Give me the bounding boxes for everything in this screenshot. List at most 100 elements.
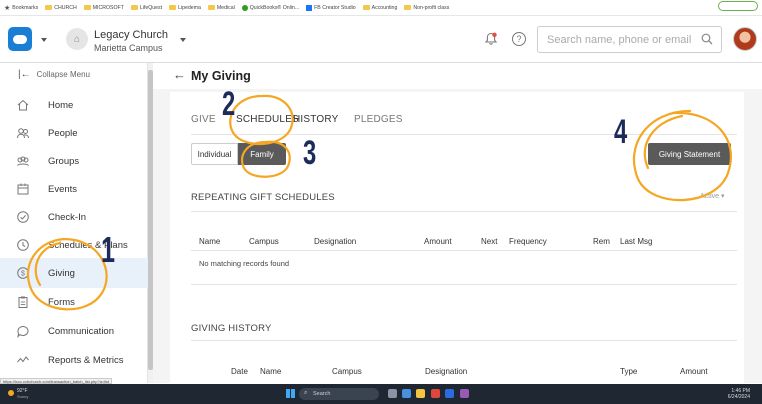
column-header-last-msg[interactable]: Last Msg [620, 237, 652, 246]
annotation-number-1: 1 [101, 229, 116, 270]
app-icon[interactable] [460, 389, 469, 398]
chart-icon [17, 356, 29, 363]
sidebar-item-giving[interactable]: $ Giving [0, 258, 148, 288]
windows-start-icon[interactable] [286, 389, 295, 398]
history-column-name[interactable]: Name [260, 367, 281, 376]
app-logo[interactable] [8, 27, 32, 51]
column-header-designation[interactable]: Designation [314, 237, 356, 246]
bookmark-lipedema[interactable]: Lipedema [169, 5, 201, 11]
dollar-icon: $ [17, 267, 29, 279]
section-divider [191, 211, 737, 212]
annotation-number-2: 2 [222, 85, 236, 123]
sidebar-item-people[interactable]: People [0, 118, 148, 148]
search-box [537, 26, 722, 53]
history-column-designation[interactable]: Designation [425, 367, 467, 376]
bookmark-church[interactable]: CHURCH [45, 5, 77, 11]
tab-schedules[interactable]: SCHEDULES [236, 114, 299, 125]
folder-icon [83, 5, 91, 10]
church-icon[interactable]: ⌂ [66, 28, 88, 50]
app-switcher-chevron-down-icon[interactable] [41, 38, 47, 42]
folder-icon [130, 5, 138, 10]
folder-icon [169, 5, 177, 10]
clipboard-icon [18, 296, 28, 308]
tab-history[interactable]: HISTORY [293, 114, 339, 125]
collapse-menu-button[interactable]: |← Collapse Menu [18, 69, 90, 80]
browser-profile-pill[interactable] [718, 1, 758, 11]
empty-table-message: No matching records found [199, 259, 290, 268]
folder-icon [207, 5, 215, 10]
system-tray-clock[interactable]: 1:46 PM 6/24/2024 [728, 388, 750, 400]
history-column-date[interactable]: Date [231, 367, 248, 376]
user-avatar[interactable] [733, 27, 757, 51]
column-header-campus[interactable]: Campus [249, 237, 279, 246]
sidebar-item-reports-metrics[interactable]: Reports & Metrics [0, 345, 148, 375]
church-name[interactable]: Legacy Church [94, 29, 168, 41]
sidebar-item-groups[interactable]: Groups [0, 146, 148, 176]
bookmark-nonprofit[interactable]: Non-profit class [404, 5, 449, 11]
file-explorer-icon[interactable] [416, 389, 425, 398]
weather-widget[interactable]: 92°F Sunny [8, 388, 28, 400]
chevron-down-icon: ▾ [721, 193, 725, 200]
bookmark-lifequest[interactable]: LifeQuest [130, 5, 162, 11]
column-header-name[interactable]: Name [199, 237, 220, 246]
notification-bell-icon[interactable] [484, 32, 498, 46]
bookmark-medical[interactable]: Medical [207, 5, 235, 11]
search-input[interactable] [538, 27, 698, 52]
sidebar-item-events[interactable]: Events [0, 174, 148, 204]
campus-chevron-down-icon[interactable] [180, 38, 186, 42]
history-column-amount[interactable]: Amount [680, 367, 708, 376]
check-circle-icon [17, 211, 29, 223]
app-header: ⌂ Legacy Church Marietta Campus ? [0, 16, 762, 63]
status-filter-select[interactable]: Active ▾ [700, 192, 725, 200]
campus-name[interactable]: Marietta Campus [94, 43, 163, 53]
bookmark-fb-creator[interactable]: FB Creator Studio [306, 4, 356, 11]
windows-taskbar: 92°F Sunny ⌕ Search 1:46 PM 6/24/2024 [0, 384, 762, 404]
individual-toggle-button[interactable]: Individual [191, 143, 238, 165]
teams-icon[interactable] [445, 389, 454, 398]
logo-cloud-icon [13, 34, 27, 44]
section-divider [191, 340, 737, 341]
table-header-divider [191, 250, 737, 251]
history-column-type[interactable]: Type [620, 367, 637, 376]
column-header-frequency[interactable]: Frequency [509, 237, 547, 246]
search-icon: ⌕ [304, 390, 308, 396]
sidebar-item-check-in[interactable]: Check-In [0, 202, 148, 232]
taskbar-search[interactable]: ⌕ Search [299, 388, 379, 400]
family-toggle-button[interactable]: Family [238, 143, 286, 165]
column-header-next[interactable]: Next [481, 237, 497, 246]
column-header-rem[interactable]: Rem [593, 237, 610, 246]
tab-divider [191, 134, 737, 135]
quickbooks-icon [241, 4, 248, 11]
search-icon[interactable] [701, 33, 713, 45]
sidebar-item-forms[interactable]: Forms [0, 287, 148, 317]
tab-pledges[interactable]: PLEDGES [354, 114, 403, 125]
bookmark-quickbooks[interactable]: QuickBooks® Onlin... [241, 4, 299, 11]
groups-icon [17, 156, 29, 166]
tab-give[interactable]: GIVE [191, 114, 216, 125]
bookmarks-bar: ★ Bookmarks CHURCH MICROSOFT LifeQuest Li… [0, 0, 762, 16]
giving-history-title: GIVING HISTORY [191, 323, 272, 334]
page-title: My Giving [191, 69, 251, 83]
back-arrow-icon[interactable]: ← [173, 67, 186, 82]
sidebar-item-home[interactable]: Home [0, 90, 148, 120]
column-header-amount[interactable]: Amount [424, 237, 452, 246]
folder-icon [362, 5, 370, 10]
bookmark-accounting[interactable]: Accounting [362, 5, 397, 11]
sidebar: |← Collapse Menu Home People Groups Even… [0, 63, 148, 383]
bookmark-microsoft[interactable]: MICROSOFT [83, 5, 124, 11]
chrome-icon[interactable] [431, 389, 440, 398]
chat-icon [17, 326, 29, 338]
giving-statement-button[interactable]: Giving Statement [648, 143, 731, 165]
people-icon [17, 128, 29, 139]
task-view-icon[interactable] [388, 389, 397, 398]
history-column-campus[interactable]: Campus [332, 367, 362, 376]
sidebar-item-schedules-plans[interactable]: Schedules & Plans [0, 230, 148, 260]
help-icon[interactable]: ? [512, 32, 526, 46]
svg-text:$: $ [21, 271, 25, 278]
clock-icon [17, 239, 29, 251]
edge-icon[interactable] [402, 389, 411, 398]
bookmarks-menu[interactable]: ★ Bookmarks [4, 4, 38, 12]
home-icon [17, 99, 29, 111]
sidebar-item-communication[interactable]: Communication [0, 316, 148, 346]
collapse-arrow-icon: |← [18, 69, 31, 80]
